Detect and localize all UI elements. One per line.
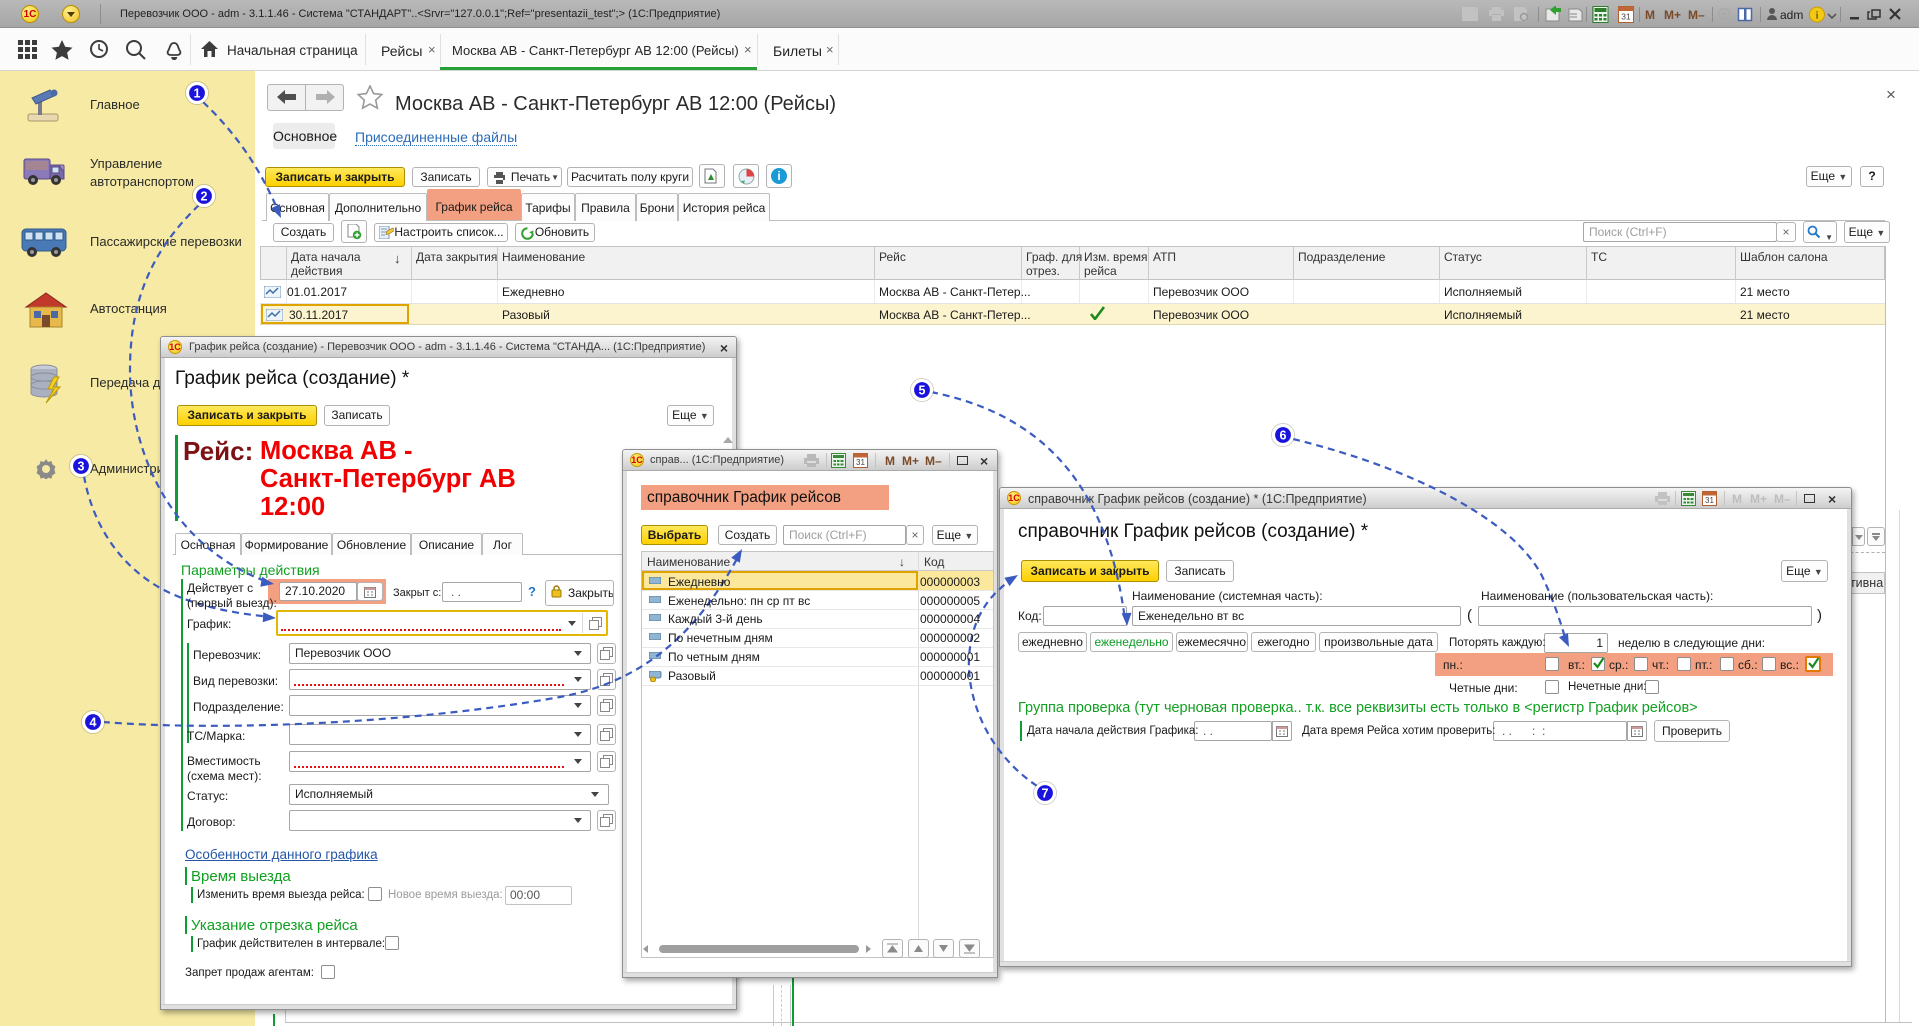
svg-text:31: 31 bbox=[856, 458, 865, 467]
svg-text:M: M bbox=[1645, 8, 1655, 22]
svg-text:31: 31 bbox=[1705, 496, 1714, 505]
svg-text:i: i bbox=[1816, 11, 1819, 22]
svg-text:31: 31 bbox=[1621, 12, 1631, 22]
svg-text:M+: M+ bbox=[1664, 8, 1681, 22]
svg-text:adm: adm bbox=[1780, 8, 1803, 22]
svg-text:M–: M– bbox=[1688, 8, 1705, 22]
